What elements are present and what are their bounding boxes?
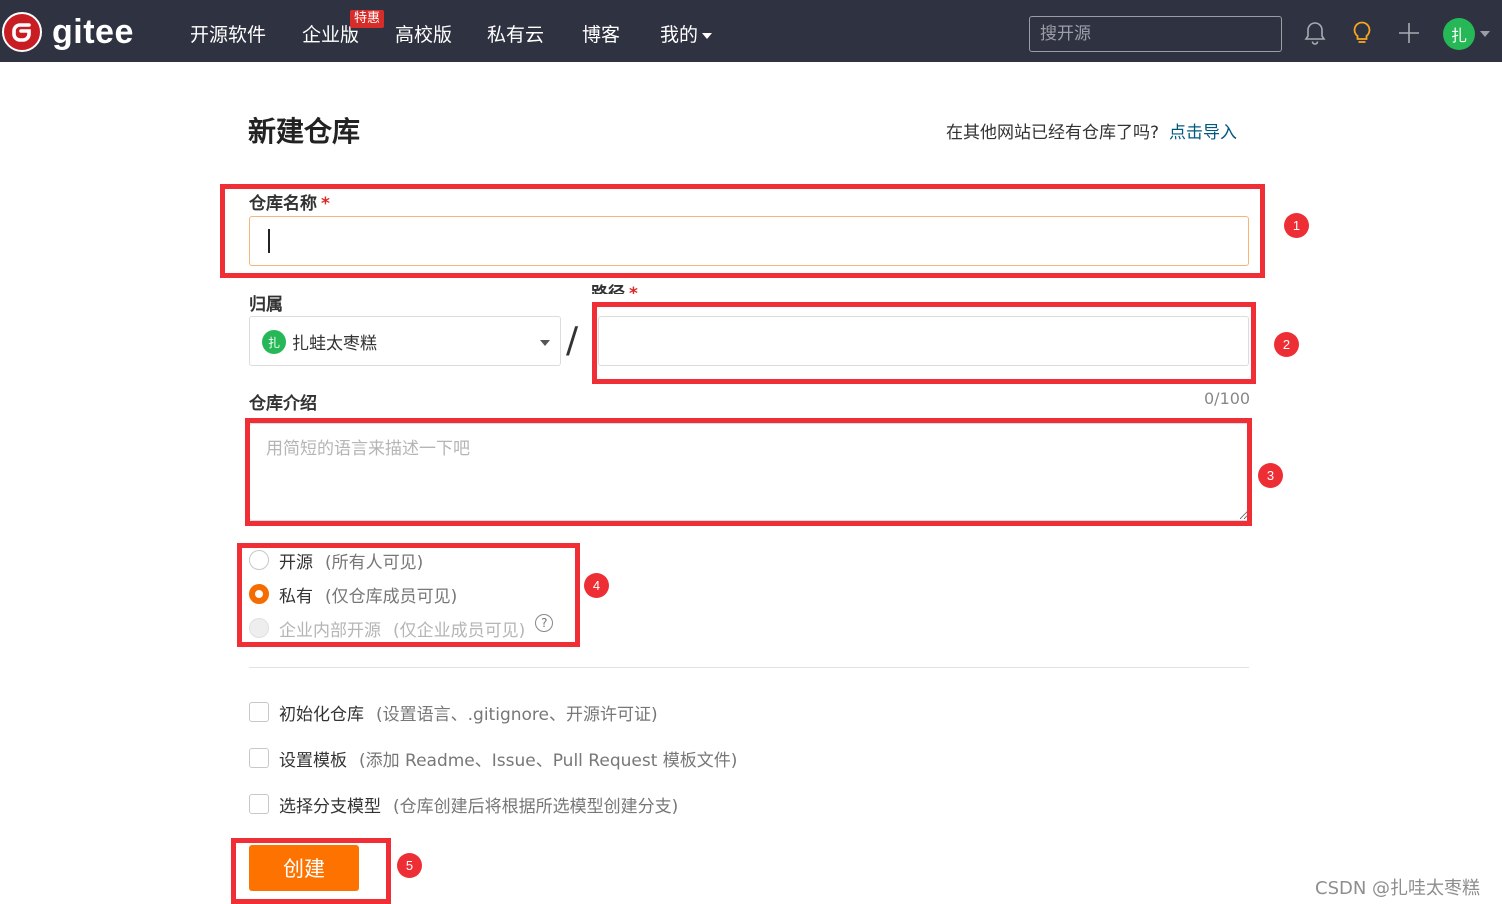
section-divider <box>249 667 1249 668</box>
logo-text: gitee <box>52 12 134 51</box>
option-branch-model[interactable]: 选择分支模型 (仓库创建后将根据所选模型创建分支) <box>249 793 678 817</box>
description-char-counter: 0/100 <box>1204 389 1251 408</box>
checkbox[interactable] <box>249 794 269 814</box>
create-button[interactable]: 创建 <box>249 845 359 891</box>
search-input[interactable] <box>1029 16 1282 52</box>
lightbulb-icon[interactable] <box>1349 20 1375 46</box>
visibility-enterprise-option: 企业内部开源 (仅企业成员可见) ? <box>249 614 554 641</box>
radio-button-checked[interactable] <box>249 584 269 604</box>
annotation-number-4: 4 <box>584 573 609 598</box>
chevron-down-icon <box>702 32 713 39</box>
required-mark: * <box>629 284 638 294</box>
repo-name-input[interactable] <box>249 216 1249 266</box>
option-init-repo[interactable]: 初始化仓库 (设置语言、.gitignore、开源许可证) <box>249 701 658 725</box>
text-cursor <box>268 229 270 253</box>
visibility-private-option[interactable]: 私有 (仅仓库成员可见) <box>249 583 457 607</box>
nav-education[interactable]: 高校版 <box>395 22 452 48</box>
annotation-number-1: 1 <box>1284 213 1309 238</box>
avatar-dropdown-chevron-icon[interactable] <box>1480 31 1490 37</box>
description-textarea[interactable] <box>249 423 1249 521</box>
page-title: 新建仓库 <box>248 115 361 148</box>
help-icon[interactable]: ? <box>535 614 554 632</box>
path-label: 路径 * <box>591 283 638 294</box>
import-link[interactable]: 点击导入 <box>1169 123 1237 143</box>
nav-mine[interactable]: 我的 <box>660 22 713 48</box>
checkbox[interactable] <box>249 702 269 722</box>
radio-button-disabled <box>249 618 269 638</box>
chevron-down-icon <box>540 340 550 346</box>
gitee-logo[interactable]: gitee <box>0 12 134 52</box>
plus-icon[interactable] <box>1396 20 1422 46</box>
option-set-template[interactable]: 设置模板 (添加 Readme、Issue、Pull Request 模板文件) <box>249 747 737 771</box>
nav-private-cloud[interactable]: 私有云 <box>487 22 544 48</box>
annotation-number-2: 2 <box>1274 332 1299 357</box>
owner-label: 归属 <box>249 295 283 315</box>
annotation-number-5: 5 <box>397 853 422 878</box>
owner-avatar: 扎 <box>262 330 286 354</box>
bell-icon[interactable] <box>1302 20 1328 46</box>
repo-name-label: 仓库名称 * <box>249 194 330 214</box>
watermark: CSDN @扎哇太枣糕 <box>1315 878 1481 899</box>
hot-deal-badge: 特惠 <box>350 10 385 28</box>
import-prompt: 在其他网站已经有仓库了吗? 点击导入 <box>946 118 1237 143</box>
nav-blog[interactable]: 博客 <box>582 22 620 48</box>
top-navigation-bar: gitee 开源软件 企业版 特惠 高校版 私有云 博客 我的 扎 <box>0 0 1502 62</box>
nav-mine-label: 我的 <box>660 24 699 46</box>
checkbox[interactable] <box>249 748 269 768</box>
gitee-logo-icon <box>2 12 42 52</box>
description-label: 仓库介绍 <box>249 394 317 414</box>
visibility-public-option[interactable]: 开源 (所有人可见) <box>249 549 423 573</box>
user-avatar[interactable]: 扎 <box>1443 18 1475 50</box>
radio-button[interactable] <box>249 550 269 570</box>
required-mark: * <box>321 194 330 214</box>
nav-open-source[interactable]: 开源软件 <box>190 22 266 48</box>
annotation-number-3: 3 <box>1258 463 1283 488</box>
repo-path-input[interactable] <box>598 316 1249 366</box>
owner-name: 扎蛙太枣糕 <box>292 334 377 354</box>
path-separator: / <box>566 320 579 361</box>
import-prompt-text: 在其他网站已经有仓库了吗? <box>946 123 1160 143</box>
owner-select[interactable]: 扎 扎蛙太枣糕 <box>249 316 561 366</box>
